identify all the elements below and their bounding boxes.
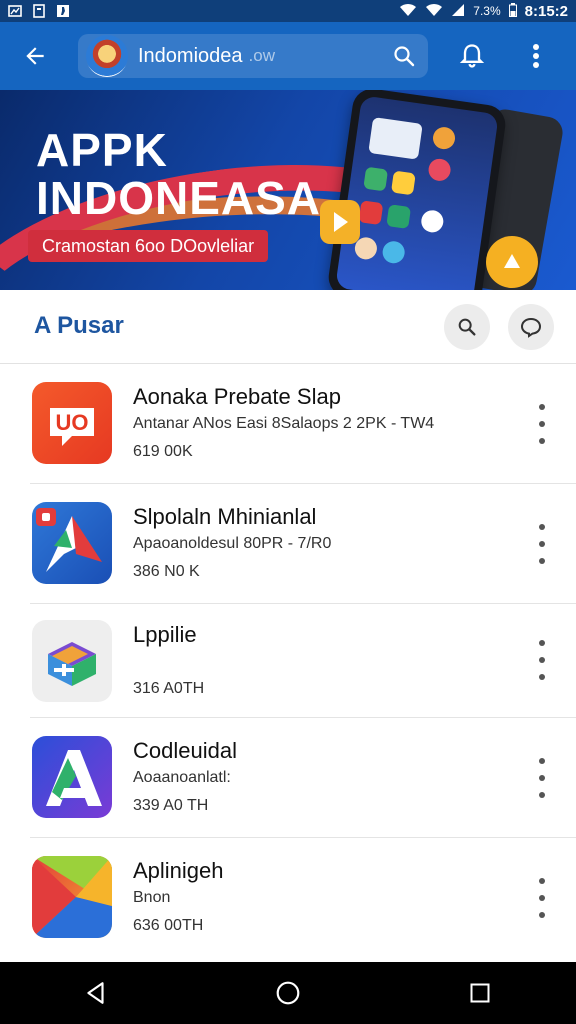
app-name: Codleuidal [133, 738, 237, 763]
phone-illustration [326, 90, 508, 290]
play-circle-icon [486, 236, 538, 288]
more-options-button[interactable] [530, 640, 554, 680]
list-item[interactable]: Aplinigeh Bnon 636 00TH [30, 838, 576, 958]
overflow-menu-button[interactable] [504, 22, 568, 90]
signal-icon [451, 3, 465, 20]
app-icon [32, 502, 112, 584]
promo-banner[interactable]: APPK INDONEASA Cramostan 6oo DOovleliar [0, 90, 576, 290]
search-bar[interactable]: Indomiodea .ow [78, 34, 428, 78]
app-icon [32, 736, 112, 818]
app-subtitle: Apaoanoldesul 80PR - 7/R0 [133, 535, 332, 552]
play-sticker-icon [320, 200, 360, 244]
app-size: 339 A0 TH [133, 797, 209, 814]
search-icon [458, 318, 476, 336]
app-subtitle: Aoaanoanlatl: [133, 769, 231, 786]
more-options-button[interactable] [530, 524, 554, 564]
section-title: A Pusar [34, 312, 124, 339]
status-bar: 7.3% 8:15:2 [0, 0, 576, 22]
banner-title-line1: APPK [36, 124, 168, 176]
section-header: A Pusar [0, 290, 576, 364]
nav-home-button[interactable] [258, 968, 318, 1018]
svg-text:UO: UO [56, 410, 89, 435]
nav-recents-button[interactable] [450, 968, 510, 1018]
notifications-button[interactable] [440, 22, 504, 90]
app-size: 316 A0TH [133, 680, 205, 697]
nav-back-icon [87, 982, 104, 1004]
wifi-icon [399, 3, 417, 20]
list-item[interactable]: Codleuidal Aoaanoanlatl: 339 A0 TH [30, 718, 576, 838]
nav-back-button[interactable] [66, 968, 126, 1018]
app-list: UO Aonaka Prebate Slap Antanar ANos Easi… [0, 364, 576, 958]
back-arrow-icon [26, 47, 44, 65]
list-item[interactable]: Slpolaln Mhinianlal Apaoanoldesul 80PR -… [30, 484, 576, 604]
more-vert-icon [533, 44, 539, 68]
search-suffix: .ow [248, 46, 275, 65]
app-size: 386 N0 K [133, 563, 200, 580]
figure-icon [56, 4, 70, 18]
nav-home-icon [276, 981, 300, 1005]
app-name: Slpolaln Mhinianlal [133, 504, 317, 529]
section-search-button[interactable] [444, 304, 490, 350]
app-logo [86, 35, 128, 77]
more-options-button[interactable] [530, 878, 554, 918]
app-icon [32, 620, 112, 702]
clock: 8:15:2 [524, 2, 568, 20]
app-subtitle: Bnon [133, 889, 171, 906]
app-bar: Indomiodea .ow [0, 22, 576, 90]
app-icon [32, 856, 112, 938]
search-icon [394, 46, 415, 67]
app-subtitle: Antanar ANos Easi 8Salaops 2 2PK - TW4 [133, 415, 435, 432]
app-name: Lppilie [133, 622, 197, 647]
list-item[interactable]: Lppilie 316 A0TH [30, 604, 576, 718]
app-name: Aonaka Prebate Slap [133, 384, 341, 409]
section-chat-button[interactable] [508, 304, 554, 350]
battery-icon [508, 2, 517, 20]
wifi-icon-2 [425, 3, 443, 20]
nav-recents-icon [470, 983, 490, 1003]
app-size: 636 00TH [133, 917, 204, 934]
search-text: Indomiodea [138, 44, 243, 67]
list-item[interactable]: UO Aonaka Prebate Slap Antanar ANos Easi… [30, 364, 576, 484]
notification-icon [8, 4, 22, 18]
chat-bubble-icon [520, 317, 542, 338]
system-nav-bar [0, 962, 576, 1024]
back-button[interactable] [0, 22, 70, 90]
banner-badge: Cramostan 6oo DOovleliar [28, 230, 269, 262]
search-button[interactable] [388, 40, 420, 72]
banner-title-line2: INDONEASA [36, 172, 322, 224]
banner-title: APPK INDONEASA [36, 126, 321, 222]
app-icon: UO [32, 382, 112, 464]
clipboard-icon [32, 4, 46, 18]
more-options-button[interactable] [530, 404, 554, 444]
battery-text: 7.3% [473, 4, 501, 18]
more-options-button[interactable] [530, 758, 554, 798]
app-name: Aplinigeh [133, 858, 224, 883]
app-size: 619 00K [133, 443, 193, 460]
bell-icon [459, 44, 485, 68]
